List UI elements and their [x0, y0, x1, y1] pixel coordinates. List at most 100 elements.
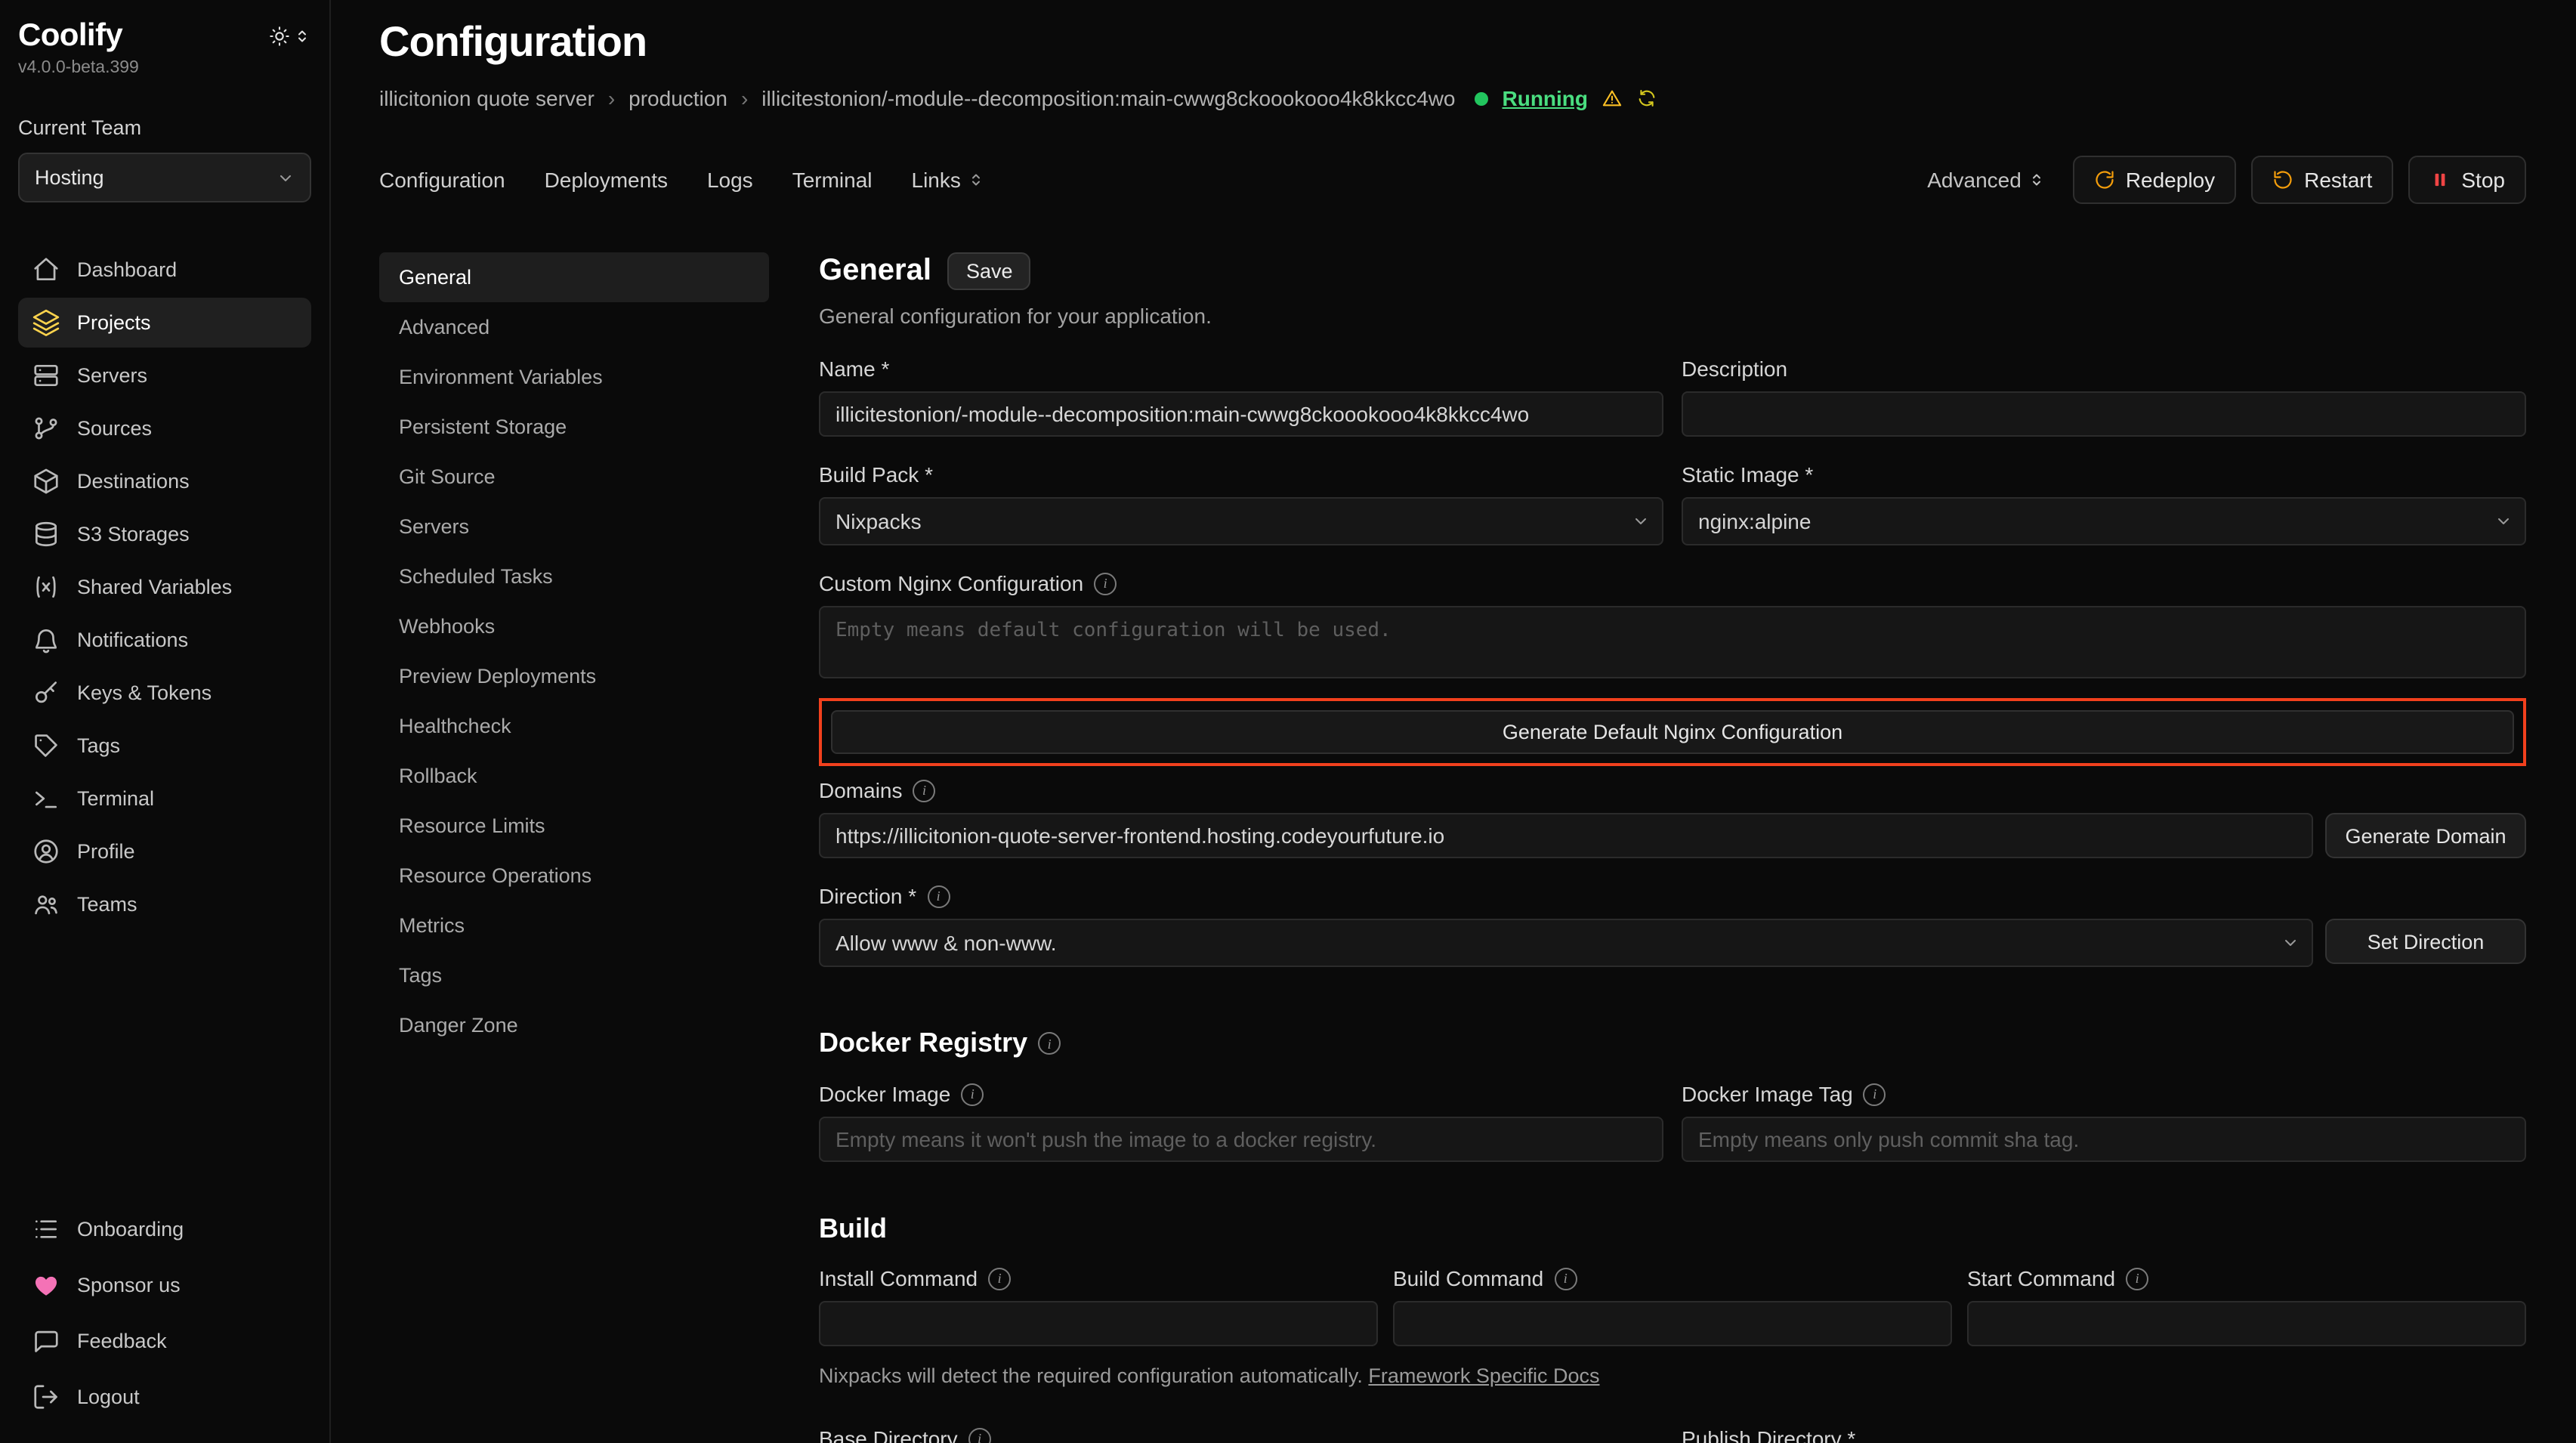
- tab-configuration[interactable]: Configuration: [379, 168, 505, 192]
- breadcrumb-separator: ›: [741, 86, 748, 110]
- description-field-group: Description: [1682, 357, 2526, 437]
- section-nav-general[interactable]: General: [379, 252, 769, 302]
- warning-icon[interactable]: [1602, 88, 1623, 109]
- refresh-icon[interactable]: [1636, 88, 1657, 109]
- info-icon[interactable]: [1864, 1083, 1886, 1105]
- sidebar-item-keys-tokens[interactable]: Keys & Tokens: [18, 668, 311, 718]
- chevron-down-icon: [2281, 934, 2300, 952]
- team-select-value: Hosting: [35, 166, 104, 189]
- generate-domain-button[interactable]: Generate Domain: [2325, 813, 2526, 858]
- save-button[interactable]: Save: [948, 252, 1031, 290]
- info-icon[interactable]: [913, 779, 936, 802]
- sidebar-item-onboarding[interactable]: Onboarding: [18, 1204, 311, 1254]
- tab-deployments[interactable]: Deployments: [545, 168, 668, 192]
- section-nav-preview-deployments[interactable]: Preview Deployments: [379, 651, 769, 701]
- current-team-label: Current Team: [18, 116, 311, 139]
- section-nav-servers[interactable]: Servers: [379, 502, 769, 552]
- generate-nginx-button[interactable]: Generate Default Nginx Configuration: [831, 710, 2514, 754]
- git-icon: [32, 414, 60, 443]
- direction-select[interactable]: Allow www & non-www.: [819, 919, 2313, 967]
- sidebar-item-tags[interactable]: Tags: [18, 721, 311, 771]
- info-icon[interactable]: [1554, 1267, 1577, 1290]
- docker-image-input[interactable]: [819, 1117, 1663, 1162]
- docker-image-label: Docker Image: [819, 1082, 950, 1106]
- framework-docs-link[interactable]: Framework Specific Docs: [1368, 1364, 1599, 1387]
- sidebar-item-logout[interactable]: Logout: [18, 1372, 311, 1422]
- tab-links[interactable]: Links: [912, 168, 985, 192]
- section-nav-resource-operations[interactable]: Resource Operations: [379, 851, 769, 901]
- stop-button[interactable]: Stop: [2408, 156, 2526, 204]
- build-command-input[interactable]: [1393, 1301, 1952, 1346]
- static-image-select[interactable]: nginx:alpine: [1682, 497, 2526, 545]
- install-command-label: Install Command: [819, 1266, 978, 1290]
- team-select[interactable]: Hosting: [18, 153, 311, 202]
- section-nav-danger-zone[interactable]: Danger Zone: [379, 1000, 769, 1050]
- section-nav-healthcheck[interactable]: Healthcheck: [379, 701, 769, 751]
- redeploy-button[interactable]: Redeploy: [2073, 156, 2236, 204]
- updown-chevron-icon: [967, 171, 985, 189]
- install-command-input[interactable]: [819, 1301, 1378, 1346]
- info-icon[interactable]: [927, 885, 950, 907]
- sidebar-item-sponsor[interactable]: Sponsor us: [18, 1260, 311, 1310]
- status-link[interactable]: Running: [1503, 86, 1589, 110]
- info-icon[interactable]: [1038, 1032, 1061, 1055]
- restart-button[interactable]: Restart: [2251, 156, 2393, 204]
- description-input[interactable]: [1682, 391, 2526, 437]
- sidebar-item-profile[interactable]: Profile: [18, 827, 311, 876]
- domains-label: Domains: [819, 778, 903, 802]
- sidebar-item-sources[interactable]: Sources: [18, 403, 311, 453]
- breadcrumb-project[interactable]: illicitonion quote server: [379, 86, 595, 110]
- page-title: Configuration: [379, 18, 2526, 66]
- section-nav-environment-variables[interactable]: Environment Variables: [379, 352, 769, 402]
- start-command-input[interactable]: [1967, 1301, 2526, 1346]
- section-nav-scheduled-tasks[interactable]: Scheduled Tasks: [379, 552, 769, 601]
- status-dot: [1475, 91, 1489, 105]
- user-icon: [32, 837, 60, 866]
- theme-select[interactable]: [269, 26, 311, 47]
- sidebar-item-feedback[interactable]: Feedback: [18, 1316, 311, 1366]
- tab-terminal[interactable]: Terminal: [792, 168, 873, 192]
- form-subtitle: General configuration for your applicati…: [819, 304, 2526, 328]
- sidebar-item-destinations[interactable]: Destinations: [18, 456, 311, 506]
- sidebar-item-servers[interactable]: Servers: [18, 351, 311, 400]
- info-icon[interactable]: [2126, 1267, 2148, 1290]
- info-icon[interactable]: [1094, 572, 1117, 595]
- info-icon[interactable]: [988, 1267, 1011, 1290]
- docker-image-tag-field-group: Docker Image Tag: [1682, 1082, 2526, 1162]
- sidebar-item-notifications[interactable]: Notifications: [18, 615, 311, 665]
- section-nav-metrics[interactable]: Metrics: [379, 901, 769, 950]
- custom-nginx-textarea[interactable]: [819, 606, 2526, 678]
- info-icon[interactable]: [961, 1083, 984, 1105]
- section-nav-git-source[interactable]: Git Source: [379, 452, 769, 502]
- sidebar: Coolify v4.0.0-beta.399 Current Team Hos…: [0, 0, 331, 1443]
- sidebar-footer-nav: Onboarding Sponsor us Feedback Logout: [18, 1204, 311, 1422]
- advanced-select[interactable]: Advanced: [1927, 168, 2046, 192]
- install-command-field-group: Install Command: [819, 1266, 1378, 1346]
- sidebar-item-dashboard[interactable]: Dashboard: [18, 245, 311, 295]
- docker-registry-heading: Docker Registry: [819, 1027, 1027, 1059]
- section-nav-webhooks[interactable]: Webhooks: [379, 601, 769, 651]
- domains-input[interactable]: [819, 813, 2313, 858]
- sidebar-item-terminal[interactable]: Terminal: [18, 774, 311, 823]
- sidebar-item-shared-variables[interactable]: Shared Variables: [18, 562, 311, 612]
- sidebar-item-teams[interactable]: Teams: [18, 879, 311, 929]
- restart-icon: [2272, 169, 2293, 190]
- docker-image-tag-input[interactable]: [1682, 1117, 2526, 1162]
- set-direction-button[interactable]: Set Direction: [2325, 919, 2526, 964]
- breadcrumb-application[interactable]: illicitestonion/-module--decomposition:m…: [761, 86, 1455, 110]
- general-form: General Save General configuration for y…: [819, 252, 2526, 1443]
- name-input[interactable]: [819, 391, 1663, 437]
- sidebar-item-s3-storages[interactable]: S3 Storages: [18, 509, 311, 559]
- build-pack-select[interactable]: Nixpacks: [819, 497, 1663, 545]
- breadcrumb-environment[interactable]: production: [629, 86, 727, 110]
- section-nav-persistent-storage[interactable]: Persistent Storage: [379, 402, 769, 452]
- section-nav-resource-limits[interactable]: Resource Limits: [379, 801, 769, 851]
- section-nav-advanced[interactable]: Advanced: [379, 302, 769, 352]
- sidebar-item-projects[interactable]: Projects: [18, 298, 311, 348]
- tab-logs[interactable]: Logs: [707, 168, 753, 192]
- info-icon[interactable]: [968, 1427, 991, 1443]
- form-heading: General: [819, 254, 931, 289]
- section-nav-rollback[interactable]: Rollback: [379, 751, 769, 801]
- name-label: Name *: [819, 357, 889, 381]
- section-nav-tags[interactable]: Tags: [379, 950, 769, 1000]
